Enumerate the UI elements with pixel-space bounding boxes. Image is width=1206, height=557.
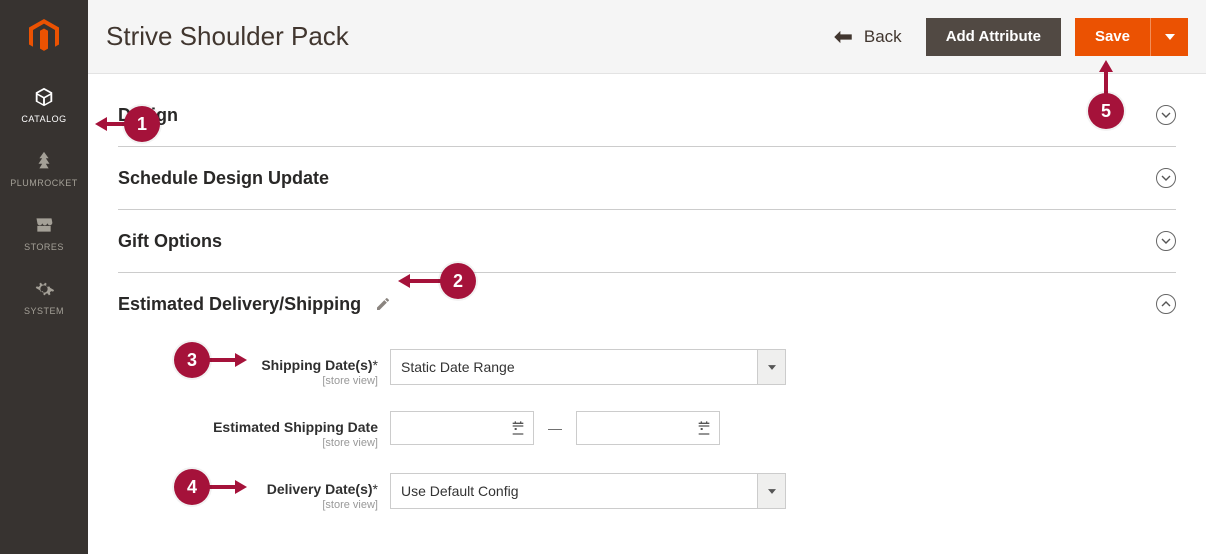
chevron-down-icon: [1156, 105, 1176, 125]
section-title: Estimated Delivery/Shipping: [118, 294, 361, 315]
magento-logo-icon: [29, 19, 59, 53]
back-button[interactable]: Back: [822, 27, 912, 47]
calendar-icon[interactable]: [689, 412, 719, 444]
page-header: Strive Shoulder Pack Back Add Attribute …: [88, 0, 1206, 74]
save-options-toggle[interactable]: [1150, 18, 1188, 56]
page-body: Design Schedule Design Update Gift Optio…: [88, 74, 1206, 557]
field-label: Delivery Date(s): [267, 481, 373, 497]
section-design-header[interactable]: Design: [118, 84, 1176, 146]
field-label: Estimated Shipping Date: [213, 419, 378, 435]
sidebar-item-label: PLUMROCKET: [10, 178, 78, 188]
back-label: Back: [864, 27, 902, 47]
range-dash: —: [544, 420, 566, 436]
section-estimated-delivery-shipping: Estimated Delivery/Shipping Shipping Dat…: [118, 273, 1176, 537]
shipping-dates-select[interactable]: Static Date Range: [390, 349, 786, 385]
sidebar-item-label: CATALOG: [21, 114, 66, 124]
field-scope: [store view]: [118, 437, 378, 449]
storefront-icon: [33, 212, 55, 238]
section-est-body: Shipping Date(s)* [store view] Static Da…: [118, 335, 1176, 537]
section-schedule-design-update: Schedule Design Update: [118, 147, 1176, 210]
chevron-down-icon: [757, 474, 785, 508]
estimated-ship-to-input[interactable]: [576, 411, 720, 445]
field-estimated-shipping-date: Estimated Shipping Date [store view] —: [118, 411, 1176, 449]
chevron-down-icon: [757, 350, 785, 384]
section-gift-header[interactable]: Gift Options: [118, 210, 1176, 272]
page-title: Strive Shoulder Pack: [106, 21, 822, 52]
required-asterisk: *: [373, 481, 378, 497]
triangle-down-icon: [1165, 34, 1175, 40]
field-delivery-dates: Delivery Date(s)* [store view] Use Defau…: [118, 473, 1176, 511]
arrow-left-icon: [832, 30, 854, 44]
cube-icon: [32, 84, 56, 110]
delivery-dates-select[interactable]: Use Default Config: [390, 473, 786, 509]
sidebar-item-system[interactable]: SYSTEM: [0, 264, 88, 328]
calendar-icon[interactable]: [503, 412, 533, 444]
section-title: Schedule Design Update: [118, 168, 329, 189]
section-title: Gift Options: [118, 231, 222, 252]
section-schedule-header[interactable]: Schedule Design Update: [118, 147, 1176, 209]
sidebar-item-stores[interactable]: STORES: [0, 200, 88, 264]
sidebar-nav: CATALOG PLUMROCKET STORES SYSTEM: [0, 0, 88, 554]
chevron-up-icon: [1156, 294, 1176, 314]
field-scope: [store view]: [118, 375, 378, 387]
header-actions: Back Add Attribute Save: [822, 18, 1188, 56]
sidebar-item-label: STORES: [24, 242, 64, 252]
date-from-field[interactable]: [391, 412, 503, 444]
pencil-icon[interactable]: [375, 296, 391, 312]
select-value: Static Date Range: [391, 350, 757, 384]
select-value: Use Default Config: [391, 474, 757, 508]
section-est-header[interactable]: Estimated Delivery/Shipping: [118, 273, 1176, 335]
tree-icon: [33, 148, 55, 174]
magento-logo[interactable]: [0, 0, 88, 72]
sidebar-item-catalog[interactable]: CATALOG: [0, 72, 88, 136]
save-split-button: Save: [1075, 18, 1188, 56]
field-label: Shipping Date(s): [261, 357, 372, 373]
section-design: Design: [118, 84, 1176, 147]
section-gift-options: Gift Options: [118, 210, 1176, 273]
field-shipping-dates: Shipping Date(s)* [store view] Static Da…: [118, 349, 1176, 387]
field-scope: [store view]: [118, 499, 378, 511]
date-to-field[interactable]: [577, 412, 689, 444]
sidebar-item-plumrocket[interactable]: PLUMROCKET: [0, 136, 88, 200]
chevron-down-icon: [1156, 231, 1176, 251]
gear-icon: [33, 276, 55, 302]
page: Strive Shoulder Pack Back Add Attribute …: [88, 0, 1206, 554]
save-button[interactable]: Save: [1075, 18, 1150, 56]
add-attribute-button[interactable]: Add Attribute: [926, 18, 1061, 56]
estimated-ship-from-input[interactable]: [390, 411, 534, 445]
chevron-down-icon: [1156, 168, 1176, 188]
sidebar-item-label: SYSTEM: [24, 306, 64, 316]
section-title: Design: [118, 105, 178, 126]
required-asterisk: *: [373, 357, 378, 373]
